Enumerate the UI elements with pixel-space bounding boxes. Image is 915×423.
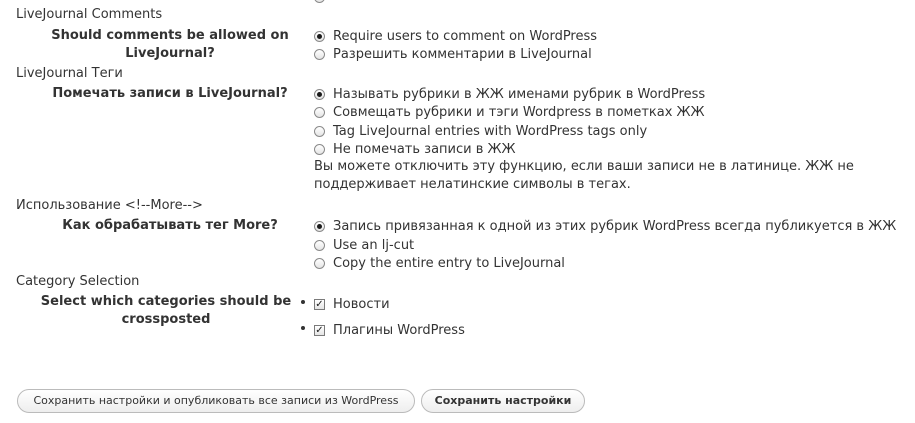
radio-label: Tag LiveJournal entries with WordPress t… <box>333 123 648 139</box>
radio-label: Copy the entire entry to LiveJournal <box>333 255 565 271</box>
radio-label: Разрешить комментарии в LiveJournal <box>333 46 592 62</box>
radio-option-name-categories[interactable]: Называть рубрики в ЖЖ именами рубрик в W… <box>314 85 705 103</box>
radio-label: Называть рубрики в ЖЖ именами рубрик в W… <box>333 86 706 102</box>
section-heading-lj-comments: LiveJournal Comments <box>16 7 163 22</box>
radio-icon[interactable] <box>314 239 325 251</box>
radio-icon[interactable] <box>314 30 325 42</box>
tags-note: Вы можете отключить эту функцию, если ва… <box>314 159 854 192</box>
radio-icon[interactable] <box>314 125 325 137</box>
question-tag-entries: Помечать записи в LiveJournal? <box>52 86 288 101</box>
radio-icon[interactable] <box>314 143 325 155</box>
radio-icon[interactable] <box>314 48 325 60</box>
section-heading-more-tag: Использование <!--More--> <box>16 198 203 213</box>
radio-label: Require users to comment on WordPress <box>333 28 598 44</box>
bullet-icon <box>301 300 305 304</box>
radio-option-require-wp-comments[interactable]: Require users to comment on WordPress <box>314 27 597 45</box>
radio-option-merge-categories-tags[interactable]: Совмещать рубрики и тэги Wordpress в пом… <box>314 103 705 121</box>
checkmark-icon[interactable]: ✓ <box>314 324 325 336</box>
radio-label: Не помечать записи в ЖЖ <box>333 141 516 157</box>
settings-page: LiveJournal Comments Should comments be … <box>0 0 915 423</box>
radio-option-lj-cut[interactable]: Use an lj-cut <box>314 236 414 254</box>
radio-icon[interactable] <box>314 106 325 118</box>
question-crosspost-categories: Select which categories should be crossp… <box>40 294 292 327</box>
radio-icon[interactable] <box>314 220 325 232</box>
checkmark-icon[interactable]: ✓ <box>314 298 325 310</box>
bullet-icon <box>301 326 305 330</box>
partial-radio-top[interactable] <box>314 0 333 3</box>
radio-option-category-always-publish[interactable]: Запись привязанная к одной из этих рубри… <box>314 217 896 235</box>
category-checkbox-wp-plugins[interactable]: ✓ Плагины WordPress <box>314 321 465 339</box>
question-comments-allowed: Should comments be allowed on LiveJourna… <box>51 28 289 61</box>
radio-icon[interactable] <box>314 88 325 100</box>
radio-option-allow-lj-comments[interactable]: Разрешить комментарии в LiveJournal <box>314 45 592 63</box>
category-checkbox-news[interactable]: ✓ Новости <box>314 295 390 313</box>
save-settings-button[interactable]: Сохранить настройки <box>421 389 585 413</box>
radio-icon[interactable] <box>314 0 325 3</box>
radio-label: Запись привязанная к одной из этих рубри… <box>333 218 897 234</box>
radio-option-no-tags[interactable]: Не помечать записи в ЖЖ <box>314 140 516 158</box>
radio-option-copy-entire-entry[interactable]: Copy the entire entry to LiveJournal <box>314 254 565 272</box>
checkbox-label: Плагины WordPress <box>333 322 465 338</box>
radio-label: Совмещать рубрики и тэги Wordpress в пом… <box>333 104 705 120</box>
question-more-tag: Как обрабатывать тег More? <box>62 218 278 233</box>
section-heading-lj-tags: LiveJournal Теги <box>16 66 123 81</box>
checkbox-label: Новости <box>333 296 390 312</box>
section-heading-category-selection: Category Selection <box>16 274 140 289</box>
radio-icon[interactable] <box>314 257 325 269</box>
radio-label: Use an lj-cut <box>333 237 415 253</box>
save-and-publish-button[interactable]: Сохранить настройки и опубликовать все з… <box>17 389 415 413</box>
radio-option-tags-only[interactable]: Tag LiveJournal entries with WordPress t… <box>314 122 647 140</box>
